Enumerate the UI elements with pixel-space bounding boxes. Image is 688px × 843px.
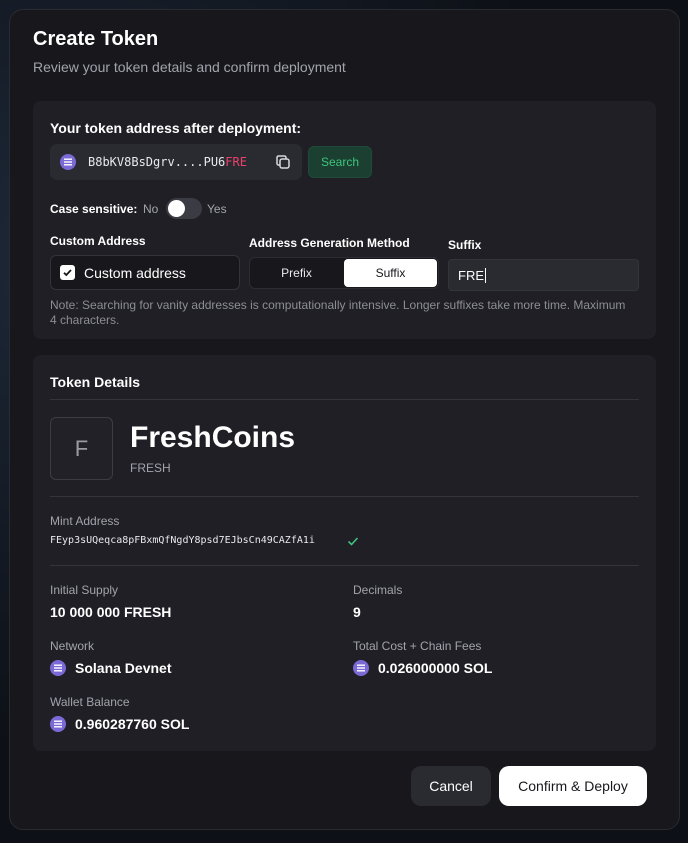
case-no-label: No	[143, 202, 159, 216]
method-label: Address Generation Method	[249, 236, 410, 250]
suffix-label: Suffix	[448, 238, 482, 252]
custom-address-checkbox-field[interactable]: Custom address	[50, 255, 240, 290]
solana-icon	[60, 154, 76, 170]
mint-address-value: FEyp3sUQeqca8pFBxmQfNgdY8psd7EJbsCn49CAZ…	[50, 535, 315, 546]
mint-address-label: Mint Address	[50, 514, 120, 528]
address-heading: Your token address after deployment:	[50, 120, 302, 136]
decimals-value: 9	[353, 604, 361, 620]
modal-subtitle: Review your token details and confirm de…	[33, 59, 346, 75]
total-cost-value: 0.026000000 SOL	[353, 660, 492, 676]
custom-address-label: Custom Address	[50, 234, 146, 248]
decimals-label: Decimals	[353, 583, 403, 597]
vanity-note: Note: Searching for vanity addresses is …	[50, 298, 626, 327]
copy-icon[interactable]	[274, 153, 292, 171]
suffix-input-value: FRE	[458, 267, 484, 283]
case-sensitive-label: Case sensitive:	[50, 202, 138, 216]
create-token-modal: Create Token Review your token details a…	[9, 9, 680, 830]
toggle-knob	[168, 200, 185, 217]
address-suffix-text: FRE	[225, 155, 247, 169]
token-name: FreshCoins	[130, 421, 296, 454]
text-caret	[485, 267, 486, 283]
token-symbol: FRESH	[130, 461, 171, 475]
wallet-balance-label: Wallet Balance	[50, 695, 130, 709]
custom-address-checkbox-label: Custom address	[84, 264, 186, 281]
wallet-balance-text: 0.960287760 SOL	[75, 716, 190, 732]
wallet-balance-value: 0.960287760 SOL	[50, 716, 189, 732]
check-icon	[347, 537, 359, 546]
case-sensitive-toggle[interactable]	[166, 198, 202, 219]
network-value: Solana Devnet	[50, 660, 171, 676]
method-prefix-button[interactable]: Prefix	[250, 258, 343, 288]
divider	[50, 399, 639, 400]
divider	[50, 565, 639, 566]
solana-icon	[50, 660, 66, 676]
case-yes-label: Yes	[207, 202, 227, 216]
confirm-deploy-button[interactable]: Confirm & Deploy	[499, 766, 647, 806]
total-cost-label: Total Cost + Chain Fees	[353, 639, 482, 653]
token-avatar: F	[50, 417, 113, 480]
network-text: Solana Devnet	[75, 660, 172, 676]
initial-supply-value: 10 000 000 FRESH	[50, 604, 172, 620]
total-cost-text: 0.026000000 SOL	[378, 660, 493, 676]
token-details-card: Token Details F FreshCoins FRESH Mint Ad…	[33, 355, 656, 751]
token-address-display: B8bKV8BsDgrv....PU6 FRE	[50, 144, 302, 180]
address-card: Your token address after deployment: B8b…	[33, 101, 656, 339]
address-prefix-text: B8bKV8BsDgrv....PU6	[88, 155, 226, 169]
custom-address-checkbox[interactable]	[60, 265, 75, 280]
search-button[interactable]: Search	[308, 146, 372, 178]
method-suffix-button[interactable]: Suffix	[344, 259, 437, 287]
suffix-input[interactable]: FRE	[448, 259, 639, 291]
generation-method-toggle: Prefix Suffix	[249, 257, 439, 289]
modal-title: Create Token	[33, 28, 159, 50]
network-label: Network	[50, 639, 95, 653]
checkmark-icon	[63, 269, 72, 277]
cancel-button[interactable]: Cancel	[411, 766, 491, 806]
initial-supply-label: Initial Supply	[50, 583, 119, 597]
solana-icon	[353, 660, 369, 676]
solana-icon	[50, 716, 66, 732]
details-heading: Token Details	[50, 374, 140, 390]
divider	[50, 496, 639, 497]
